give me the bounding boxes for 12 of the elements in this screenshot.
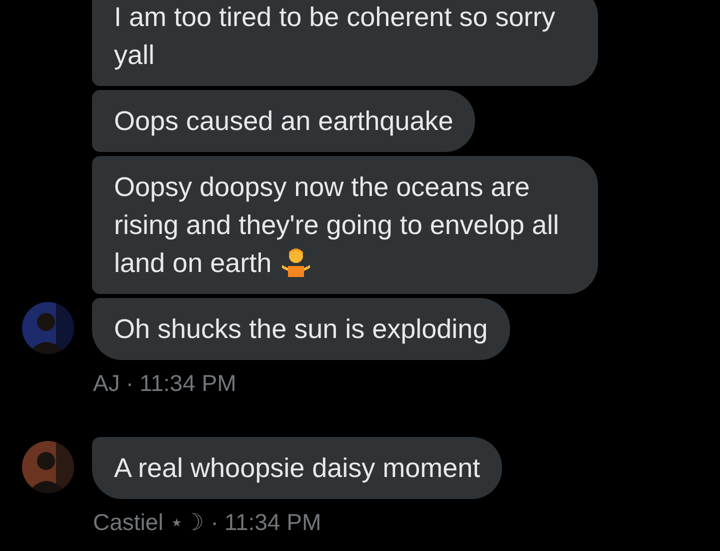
separator-dot: · bbox=[210, 508, 218, 536]
message-bubble: Oh shucks the sun is exploding bbox=[92, 298, 510, 360]
shrugging-person-icon bbox=[280, 246, 312, 278]
message-time: 11:34 PM bbox=[224, 508, 322, 536]
separator-dot: · bbox=[126, 369, 134, 397]
message-bubble: I am too tired to be coherent so sorry yall bbox=[92, 0, 598, 86]
message-time: 11:34 PM bbox=[140, 369, 236, 397]
sender-name: Castiel ⋆☽ bbox=[93, 508, 205, 536]
message-bubble: Oops caused an earthquake bbox=[92, 90, 476, 152]
sender-name: AJ bbox=[93, 369, 120, 397]
message-bubble: A real whoopsie daisy moment bbox=[92, 437, 502, 499]
message-bubble: Oopsy doopsy now the oceans are rising and they're going to envelop all land on earth bbox=[92, 156, 598, 294]
